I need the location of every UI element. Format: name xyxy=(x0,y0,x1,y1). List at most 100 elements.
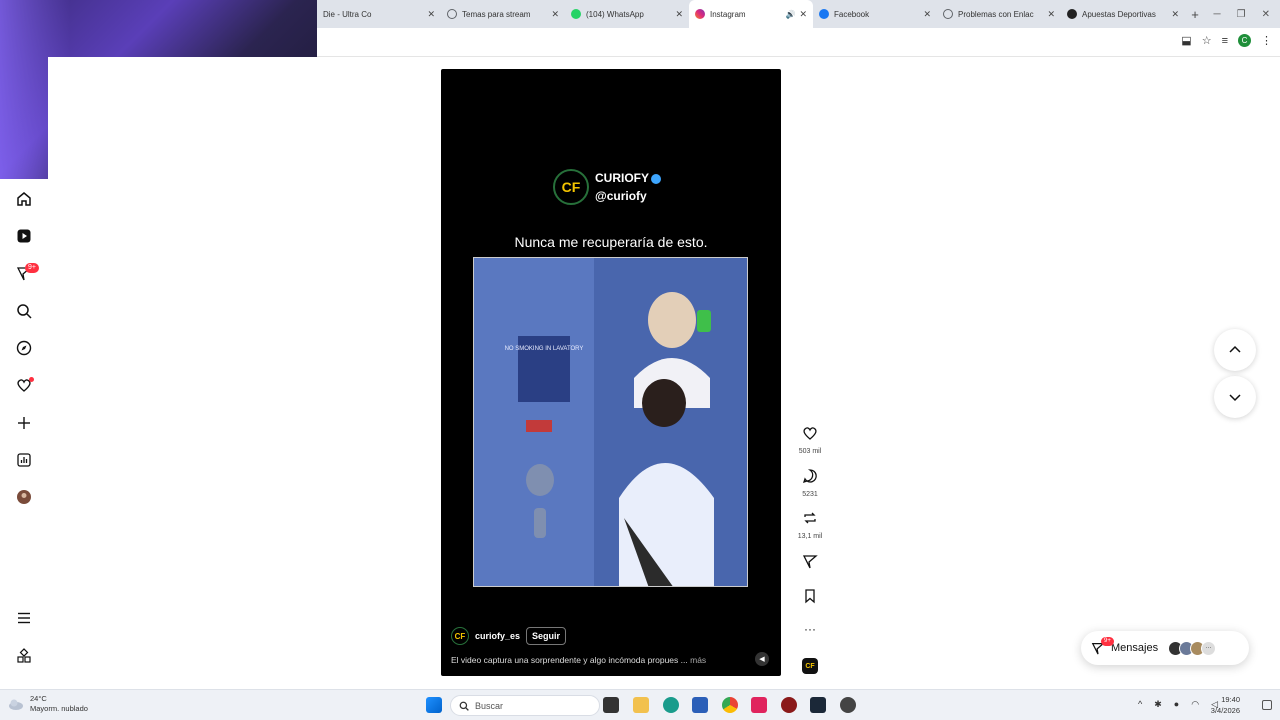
search-placeholder: Buscar xyxy=(475,700,504,711)
follow-button[interactable]: Seguir xyxy=(526,627,567,645)
taskbar-search[interactable]: Buscar xyxy=(450,695,600,716)
obs-icon[interactable] xyxy=(840,697,856,713)
tab-title: Apuestas Deportivas xyxy=(1082,9,1156,19)
tab-1[interactable]: Temas para stream ✕ xyxy=(441,0,565,28)
brand-header: CF CURIOFY @curiofy xyxy=(553,169,661,205)
bluetooth-icon[interactable]: ✱ xyxy=(1154,699,1162,710)
like-button[interactable]: 503 mil xyxy=(795,425,825,455)
new-tab-button[interactable]: + xyxy=(1185,0,1205,28)
chevron-down-icon xyxy=(1229,394,1241,402)
video-frame[interactable]: NO SMOKING IN LAVATORY xyxy=(473,257,748,587)
weather-temperature: 24°C xyxy=(30,694,47,703)
whatsapp-icon xyxy=(571,9,581,19)
heart-icon xyxy=(803,427,817,440)
repost-icon xyxy=(804,512,816,524)
tab-title: Facebook xyxy=(834,9,870,19)
tab-3[interactable]: Instagram 🔊 ✕ xyxy=(689,0,813,28)
facebook-icon xyxy=(819,9,829,19)
comment-button[interactable]: 5231 xyxy=(795,468,825,498)
task-view-icon[interactable] xyxy=(603,697,619,713)
author-avatar[interactable]: CF xyxy=(451,627,469,645)
search-icon[interactable] xyxy=(14,301,34,321)
store-icon[interactable] xyxy=(692,697,708,713)
windows-taskbar: 24°C Mayorm. nublado Buscar ^ ✱ ● ◠ ◁ 19… xyxy=(0,689,1280,720)
audio-toggle-icon[interactable]: ◀ xyxy=(755,652,769,666)
messages-button[interactable]: 9+ Mensajes ··· xyxy=(1081,631,1249,665)
screen: Die - Ultra Co ✕ Temas para stream ✕ (10… xyxy=(0,0,1280,720)
author-username[interactable]: curiofy_es xyxy=(475,631,520,641)
reel-description[interactable]: El video captura una sorprendente y algo… xyxy=(451,655,706,665)
save-button[interactable] xyxy=(795,588,825,609)
page-scrollbar[interactable] xyxy=(1268,57,1280,689)
tab-title: Problemas con Enlac xyxy=(958,9,1034,19)
restore-icon[interactable]: ❐ xyxy=(1237,9,1246,20)
edge-icon[interactable] xyxy=(663,697,679,713)
notification-center-icon[interactable] xyxy=(1262,700,1272,710)
message-avatars: ··· xyxy=(1168,640,1217,656)
tab-2[interactable]: (104) WhatsApp ✕ xyxy=(565,0,689,28)
close-window-icon[interactable]: ✕ xyxy=(1262,9,1270,20)
comment-icon xyxy=(802,469,817,484)
close-icon[interactable]: ✕ xyxy=(1047,9,1055,20)
media-icon[interactable]: ≡ xyxy=(1222,35,1228,47)
more-options-icon[interactable]: ··· xyxy=(795,622,825,636)
messages-label: Mensajes xyxy=(1111,642,1159,654)
hamburger-menu-icon[interactable] xyxy=(14,608,34,628)
activity-dot xyxy=(29,377,34,382)
chrome-icon[interactable] xyxy=(722,697,738,713)
close-icon[interactable]: ✕ xyxy=(1171,9,1179,20)
repost-button[interactable]: 13,1 mil xyxy=(795,510,825,540)
wifi-icon[interactable]: ◠ xyxy=(1191,699,1199,710)
repost-count: 13,1 mil xyxy=(797,533,823,540)
reel-caption-top: Nunca me recuperaría de esto. xyxy=(514,234,708,250)
star-icon[interactable]: ☆ xyxy=(1202,34,1212,47)
steam-icon[interactable] xyxy=(810,697,826,713)
close-icon[interactable]: ✕ xyxy=(799,9,807,20)
tiktok-icon[interactable] xyxy=(751,697,767,713)
previous-reel-button[interactable] xyxy=(1214,329,1256,371)
system-clock[interactable]: 19:40 3/4/2026 xyxy=(1211,694,1240,716)
more-link[interactable]: más xyxy=(690,655,706,665)
weather-widget[interactable]: 24°C Mayorm. nublado xyxy=(8,694,88,714)
speaker-icon[interactable]: 🔊 xyxy=(785,10,795,19)
create-icon[interactable] xyxy=(14,413,34,433)
explore-icon[interactable] xyxy=(14,338,34,358)
install-icon[interactable]: ⬓ xyxy=(1181,34,1191,47)
brand-handle: @curiofy xyxy=(595,189,647,203)
tab-0[interactable]: Die - Ultra Co ✕ xyxy=(317,0,441,28)
tab-6[interactable]: Apuestas Deportivas ✕ xyxy=(1061,0,1185,28)
like-count: 503 mil xyxy=(798,448,822,455)
brand-logo: CF xyxy=(553,169,589,205)
share-button[interactable] xyxy=(795,553,825,574)
menu-icon[interactable]: ⋮ xyxy=(1261,34,1272,47)
chevron-up-icon[interactable]: ^ xyxy=(1138,699,1142,710)
tab-title: Temas para stream xyxy=(462,9,531,19)
instagram-icon xyxy=(695,9,705,19)
close-icon[interactable]: ✕ xyxy=(675,9,683,20)
file-explorer-icon[interactable] xyxy=(633,697,649,713)
close-icon[interactable]: ✕ xyxy=(551,9,559,20)
app-icon[interactable] xyxy=(781,697,797,713)
close-icon[interactable]: ✕ xyxy=(923,9,931,20)
minimize-icon[interactable]: ─ xyxy=(1214,9,1221,20)
notifications-badge: 9+ xyxy=(25,263,39,273)
next-reel-button[interactable] xyxy=(1214,376,1256,418)
profile-avatar[interactable]: C xyxy=(1238,34,1251,47)
comment-count: 5231 xyxy=(802,491,818,498)
tab-title: Die - Ultra Co xyxy=(323,9,372,19)
dashboard-icon[interactable] xyxy=(14,450,34,470)
description-text: El video captura una sorprendente y algo… xyxy=(451,655,688,665)
tab-4[interactable]: Facebook ✕ xyxy=(813,0,937,28)
home-icon[interactable] xyxy=(14,189,34,209)
reels-icon[interactable] xyxy=(14,226,34,246)
globe-icon xyxy=(447,9,457,19)
profile-avatar[interactable] xyxy=(14,487,34,507)
clock-time: 19:40 xyxy=(1221,695,1240,704)
audio-source-avatar[interactable]: CF xyxy=(802,658,818,674)
apps-icon[interactable] xyxy=(14,646,34,666)
microphone-icon[interactable]: ● xyxy=(1174,699,1179,710)
tab-5[interactable]: Problemas con Enlac ✕ xyxy=(937,0,1061,28)
close-icon[interactable]: ✕ xyxy=(427,9,435,20)
windows-start-icon[interactable] xyxy=(426,697,442,713)
reel-player[interactable]: CF CURIOFY @curiofy Nunca me recuperaría… xyxy=(441,69,781,676)
